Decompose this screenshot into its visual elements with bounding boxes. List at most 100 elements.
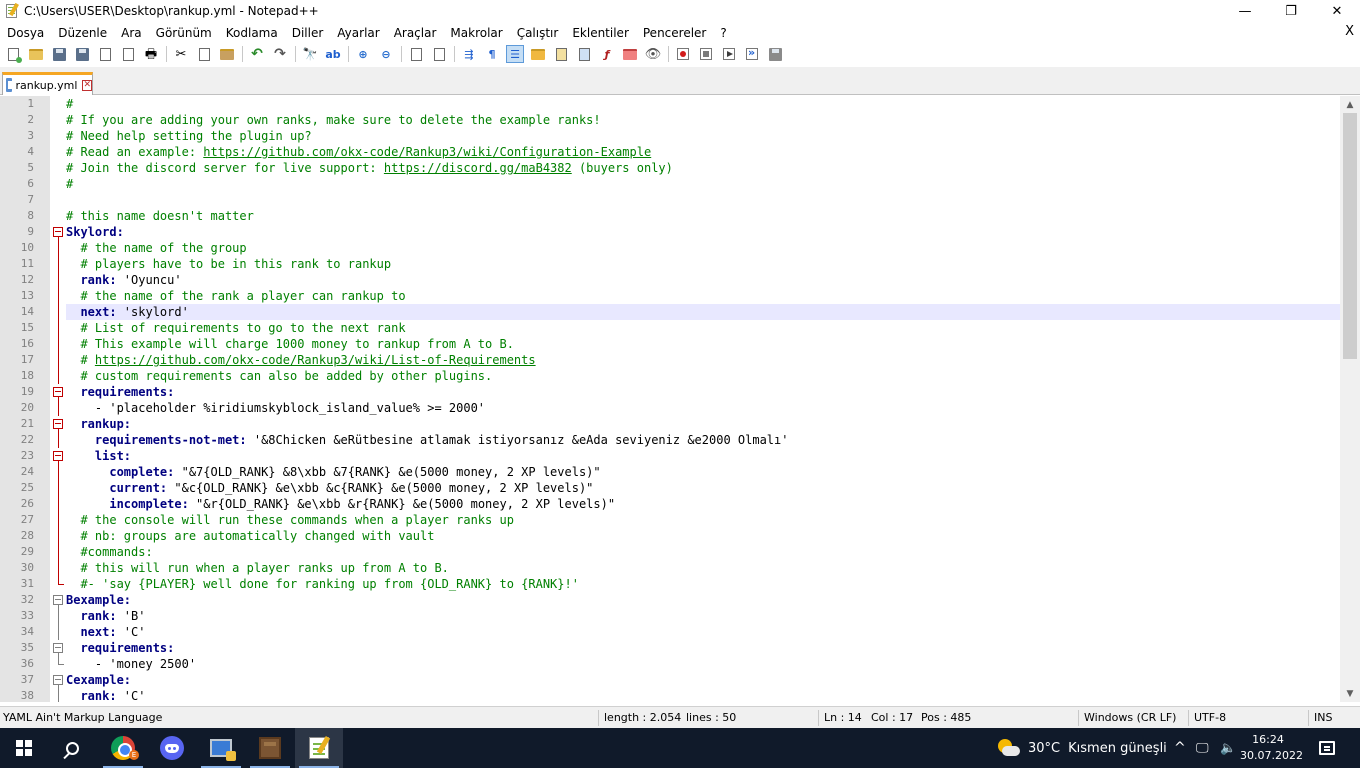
fold-toggle-icon[interactable] xyxy=(52,448,66,464)
notepadpp-app-icon[interactable] xyxy=(4,2,20,19)
code-line[interactable]: 27 # the console will run these commands… xyxy=(0,512,1340,528)
undo-icon[interactable]: ↶ xyxy=(248,45,266,63)
close-document-button[interactable]: X xyxy=(1345,24,1354,39)
taskbar-notepadpp[interactable] xyxy=(295,728,343,768)
menu-kodlama[interactable]: Kodlama xyxy=(219,26,285,40)
fold-toggle-icon[interactable] xyxy=(52,672,66,688)
code-line[interactable]: 21 rankup: xyxy=(0,416,1340,432)
zoom-in-icon[interactable]: ⊕ xyxy=(354,45,372,63)
code-line[interactable]: 34 next: 'C' xyxy=(0,624,1340,640)
word-wrap-icon[interactable]: ⇶ xyxy=(460,45,478,63)
code-line[interactable]: 26 incomplete: "&r{OLD_RANK} &e\xbb &r{R… xyxy=(0,496,1340,512)
menu-duzenle[interactable]: Düzenle xyxy=(51,26,114,40)
code-line[interactable]: 9 Skylord: xyxy=(0,224,1340,240)
scroll-up-icon[interactable]: ▲ xyxy=(1340,96,1360,113)
code-line[interactable]: 28 # nb: groups are automatically change… xyxy=(0,528,1340,544)
search-button[interactable] xyxy=(48,728,96,768)
code-line[interactable]: 33 rank: 'B' xyxy=(0,608,1340,624)
tab-close-icon[interactable]: ✕ xyxy=(82,79,92,91)
code-line[interactable]: 12 rank: 'Oyuncu' xyxy=(0,272,1340,288)
code-link[interactable]: https://github.com/okx-code/Rankup3/wiki… xyxy=(203,145,651,159)
menu-pencereler[interactable]: Pencereler xyxy=(636,26,713,40)
record-macro-icon[interactable] xyxy=(674,45,692,63)
code-line[interactable]: 25 current: "&c{OLD_RANK} &e\xbb &c{RANK… xyxy=(0,480,1340,496)
menu-gorunum[interactable]: Görünüm xyxy=(149,26,219,40)
code-line[interactable]: 37 Cexample: xyxy=(0,672,1340,688)
save-all-icon[interactable] xyxy=(73,45,91,63)
start-button[interactable] xyxy=(0,728,48,768)
code-line[interactable]: 10 # the name of the group xyxy=(0,240,1340,256)
menu-help[interactable]: ? xyxy=(713,26,733,40)
code-link[interactable]: https://discord.gg/maB4382 xyxy=(384,161,572,175)
doc-map-icon[interactable] xyxy=(552,45,570,63)
menu-ara[interactable]: Ara xyxy=(114,26,149,40)
vertical-scrollbar[interactable]: ▲ ▼ xyxy=(1340,96,1360,702)
paste-icon[interactable] xyxy=(218,45,236,63)
code-link[interactable]: https://github.com/okx-code/Rankup3/wiki… xyxy=(95,353,536,367)
run-macro-multiple-icon[interactable] xyxy=(743,45,761,63)
sync-vertical-icon[interactable] xyxy=(407,45,425,63)
code-line[interactable]: 13 # the name of the rank a player can r… xyxy=(0,288,1340,304)
minimize-button[interactable]: — xyxy=(1222,0,1268,22)
code-line[interactable]: 19 requirements: xyxy=(0,384,1340,400)
editor[interactable]: 1 #2 # If you are adding your own ranks, m… xyxy=(0,96,1340,702)
code-line[interactable]: 7 xyxy=(0,192,1340,208)
code-line[interactable]: 5 # Join the discord server for live supp… xyxy=(0,160,1340,176)
code-line[interactable]: 15 # List of requirements to go to the n… xyxy=(0,320,1340,336)
close-icon[interactable] xyxy=(96,45,114,63)
save-macro-icon[interactable] xyxy=(766,45,784,63)
taskbar-this-pc[interactable] xyxy=(197,728,245,768)
menu-araclar[interactable]: Araçlar xyxy=(387,26,444,40)
code-line[interactable]: 32 Bexample: xyxy=(0,592,1340,608)
weather-widget[interactable]: 30°C Kısmen güneşli xyxy=(996,728,1167,768)
code-line[interactable]: 38 rank: 'C' xyxy=(0,688,1340,702)
clock[interactable]: 16:24 30.07.2022 xyxy=(1240,732,1303,764)
copy-icon[interactable] xyxy=(195,45,213,63)
show-all-chars-icon[interactable]: ¶ xyxy=(483,45,501,63)
doc-list-icon[interactable] xyxy=(575,45,593,63)
tray-chevron-icon[interactable]: ^ xyxy=(1174,728,1186,768)
code-line[interactable]: 20 - 'placeholder %iridiumskyblock_islan… xyxy=(0,400,1340,416)
menu-diller[interactable]: Diller xyxy=(285,26,331,40)
code-line[interactable]: 31 #- 'say {PLAYER} well done for rankin… xyxy=(0,576,1340,592)
taskbar-discord[interactable] xyxy=(148,728,196,768)
close-all-icon[interactable] xyxy=(119,45,137,63)
sync-horizontal-icon[interactable] xyxy=(430,45,448,63)
network-icon[interactable]: 🖵 xyxy=(1196,728,1209,768)
replace-icon[interactable]: ab xyxy=(324,45,342,63)
code-line[interactable]: 29 #commands: xyxy=(0,544,1340,560)
code-line[interactable]: 1 # xyxy=(0,96,1340,112)
stop-macro-icon[interactable] xyxy=(697,45,715,63)
fold-toggle-icon[interactable] xyxy=(52,640,66,656)
code-line[interactable]: 23 list: xyxy=(0,448,1340,464)
code-line[interactable]: 24 complete: "&7{OLD_RANK} &8\xbb &7{RAN… xyxy=(0,464,1340,480)
indent-guide-icon[interactable]: ☰ xyxy=(506,45,524,63)
maximize-button[interactable]: ❐ xyxy=(1268,0,1314,22)
monitoring-icon[interactable]: 👁 xyxy=(644,45,662,63)
code-line[interactable]: 8 # this name doesn't matter xyxy=(0,208,1340,224)
save-icon[interactable] xyxy=(50,45,68,63)
code-area[interactable]: 1 #2 # If you are adding your own ranks, m… xyxy=(0,96,1340,702)
close-window-button[interactable]: ✕ xyxy=(1314,0,1360,22)
new-file-icon[interactable] xyxy=(4,45,22,63)
scroll-down-icon[interactable]: ▼ xyxy=(1340,685,1360,702)
cut-icon[interactable]: ✂ xyxy=(172,45,190,63)
udl-icon[interactable] xyxy=(529,45,547,63)
taskbar-chrome[interactable]: E xyxy=(99,728,147,768)
menu-eklentiler[interactable]: Eklentiler xyxy=(565,26,636,40)
code-line[interactable]: 4 # Read an example: https://github.com/o… xyxy=(0,144,1340,160)
find-icon[interactable]: 🔭 xyxy=(301,45,319,63)
code-line[interactable]: 35 requirements: xyxy=(0,640,1340,656)
zoom-out-icon[interactable]: ⊖ xyxy=(377,45,395,63)
code-line[interactable]: 17 # https://github.com/okx-code/Rankup3… xyxy=(0,352,1340,368)
fold-toggle-icon[interactable] xyxy=(52,384,66,400)
code-line[interactable]: 22 requirements-not-met: '&8Chicken &eRü… xyxy=(0,432,1340,448)
code-line[interactable]: 16 # This example will charge 1000 money… xyxy=(0,336,1340,352)
fold-toggle-icon[interactable] xyxy=(52,416,66,432)
code-line[interactable]: 18 # custom requirements can also be add… xyxy=(0,368,1340,384)
code-line[interactable]: 14 next: 'skylord' xyxy=(0,304,1340,320)
code-line[interactable]: 11 # players have to be in this rank to … xyxy=(0,256,1340,272)
open-file-icon[interactable] xyxy=(27,45,45,63)
menu-dosya[interactable]: Dosya xyxy=(0,26,51,40)
fold-toggle-icon[interactable] xyxy=(52,592,66,608)
